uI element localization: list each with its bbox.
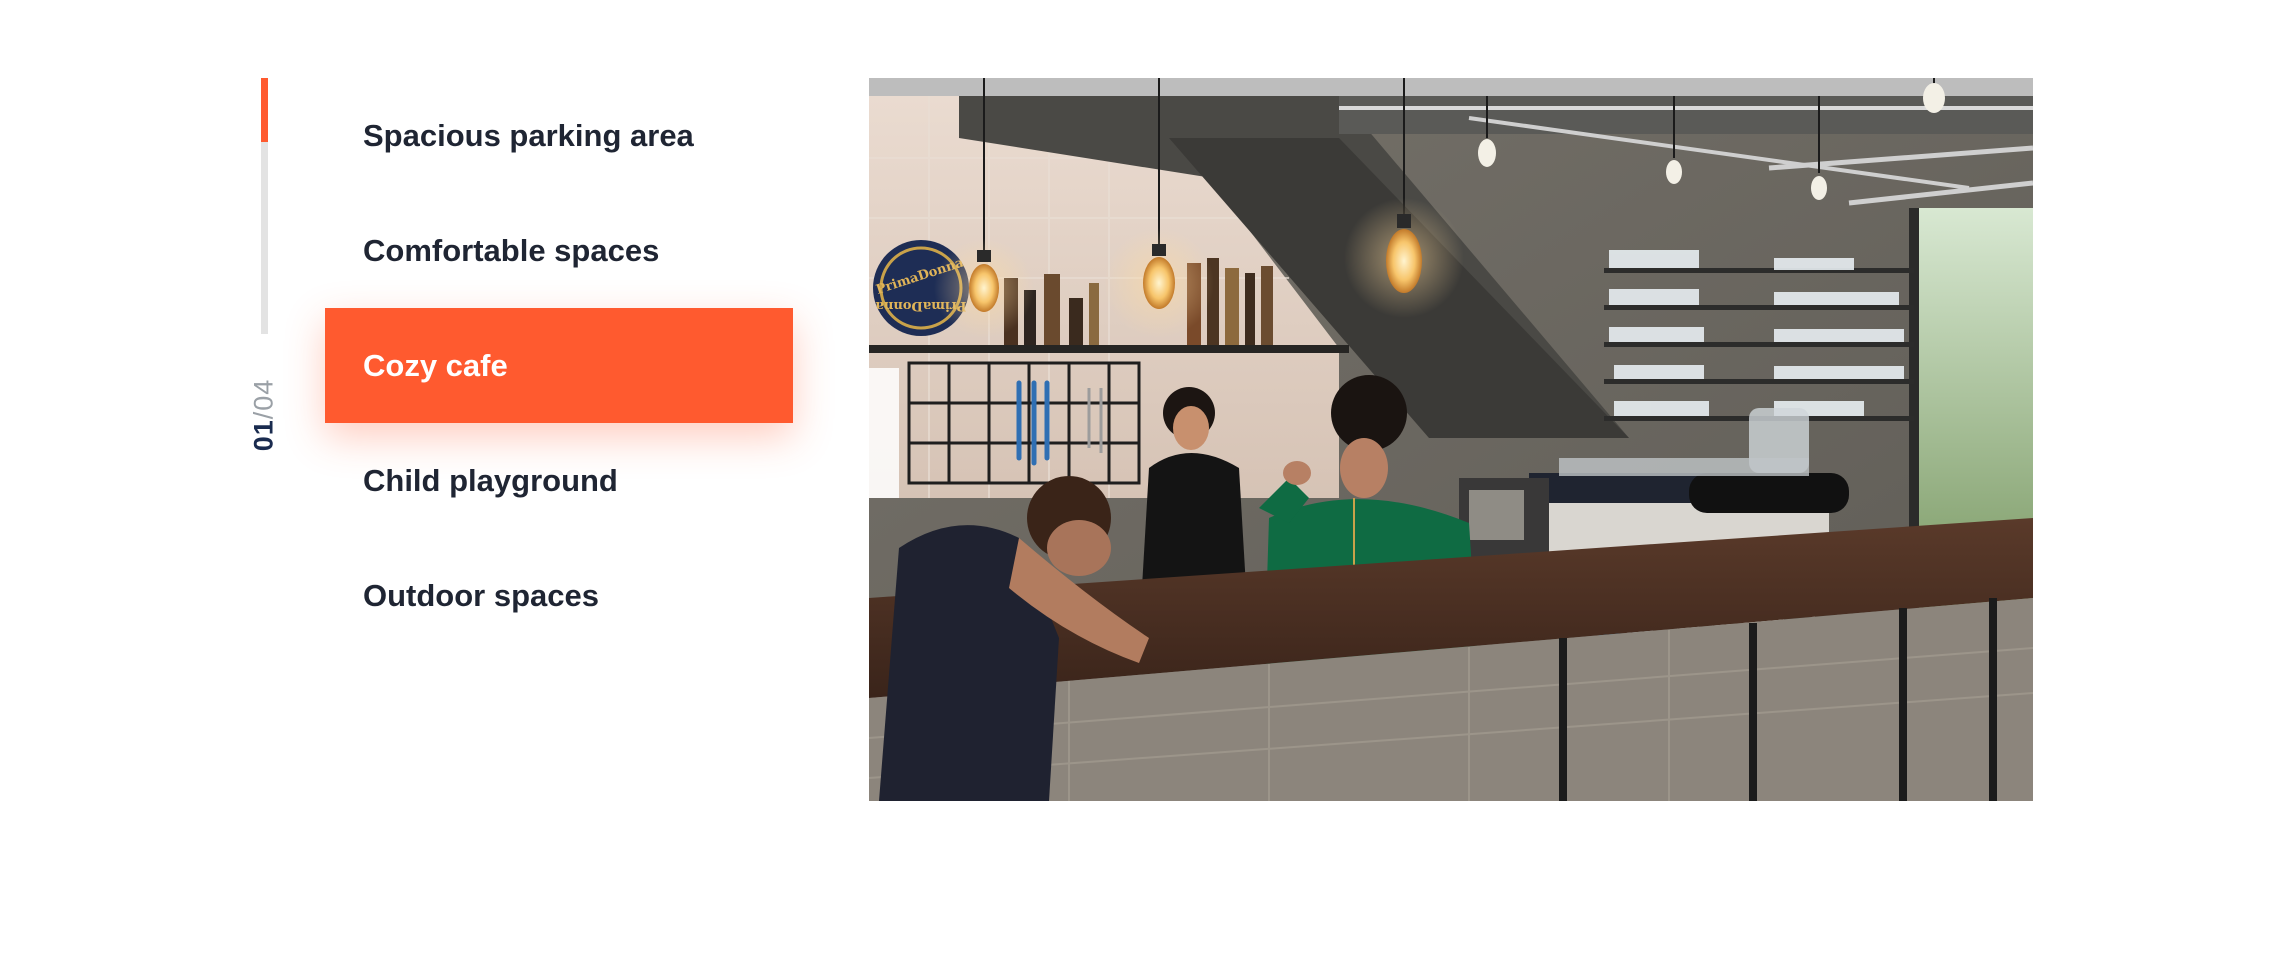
- slide-counter-total: 04: [248, 378, 279, 411]
- menu-item-outdoor[interactable]: Outdoor spaces: [325, 538, 793, 653]
- slide-counter: 01/04: [243, 372, 285, 458]
- cafe-photo: PrimaDonna PrimaDonna: [869, 78, 2033, 801]
- menu-item-cafe[interactable]: Cozy cafe: [325, 308, 793, 423]
- slide-progress-track: [261, 78, 268, 334]
- slide-counter-current: 01: [248, 419, 279, 452]
- feature-slider: 01/04 Spacious parking area Comfortable …: [0, 0, 2290, 962]
- feature-menu: Spacious parking area Comfortable spaces…: [325, 78, 793, 653]
- slide-counter-separator: /: [248, 410, 279, 420]
- menu-item-playground[interactable]: Child playground: [325, 423, 793, 538]
- menu-item-parking[interactable]: Spacious parking area: [325, 78, 793, 193]
- slide-progress-fill: [261, 78, 268, 142]
- menu-item-spaces[interactable]: Comfortable spaces: [325, 193, 793, 308]
